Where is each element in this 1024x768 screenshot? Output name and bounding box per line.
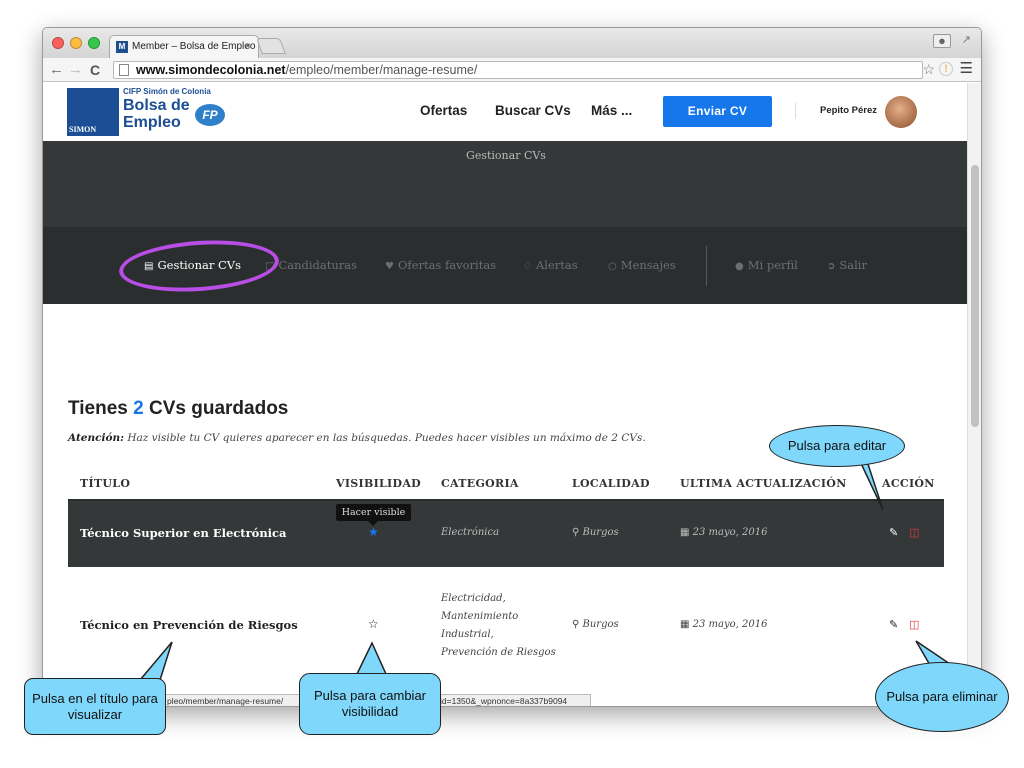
browser-menu-icon[interactable]: ☰ xyxy=(960,59,973,77)
dash-mensajes[interactable]: ○ Mensajes xyxy=(608,227,676,304)
col-header-ultima-actualizacion: ULTIMA ACTUALIZACIÓN xyxy=(680,477,847,490)
cv-updated: ▦ 23 mayo, 2016 xyxy=(680,527,768,538)
dash-salir[interactable]: ➲ Salir xyxy=(827,227,867,304)
visibility-tooltip: Hacer visible xyxy=(336,504,411,521)
window-close-button[interactable] xyxy=(52,37,64,49)
nav-ofertas[interactable]: Ofertas xyxy=(420,83,467,141)
url-path: /empleo/member/manage-resume/ xyxy=(285,63,478,77)
cv-title-link[interactable]: Técnico en Prevención de Riesgos xyxy=(80,618,298,632)
section-title: Tienes 2 CVs guardados xyxy=(68,398,289,419)
site-header: SIMON CIFP Simón de Colonia Bolsa de Emp… xyxy=(43,83,969,141)
dash-candidaturas[interactable]: □ Candidaturas xyxy=(265,227,357,304)
site-favicon-icon: M xyxy=(116,41,128,53)
user-separator xyxy=(795,103,796,119)
col-header-titulo: TÍTULO xyxy=(80,477,131,490)
back-arrow-icon[interactable]: ← xyxy=(49,60,64,80)
callout-eliminar: Pulsa para eliminar xyxy=(875,662,1009,732)
browser-toolbar: ← → C www.simondecolonia.net/empleo/memb… xyxy=(43,58,981,82)
profile-icon[interactable]: ☻ xyxy=(933,34,951,48)
logo-title: Bolsa de Empleo xyxy=(123,97,190,131)
page-title: Gestionar CVs xyxy=(466,149,546,162)
extension-icon[interactable]: ! xyxy=(939,62,953,76)
fp-logo-badge: FP xyxy=(195,104,225,126)
page-banner: Gestionar CVs xyxy=(43,141,969,227)
dash-mi-perfil[interactable]: ● Mi perfil xyxy=(735,227,798,304)
browser-window: M Member – Bolsa de Empleo × ☻ ↗ ← → C w… xyxy=(42,27,982,707)
dash-alertas[interactable]: ♢ Alertas xyxy=(523,227,578,304)
trash-icon[interactable]: ◫ xyxy=(909,526,919,539)
tab-close-icon[interactable]: × xyxy=(245,36,251,58)
col-header-categoria: CATEGORIA xyxy=(441,477,519,490)
trash-icon[interactable]: ◫ xyxy=(909,618,919,631)
site-logo[interactable]: SIMON CIFP Simón de Colonia Bolsa de Emp… xyxy=(67,86,237,138)
map-marker-icon: ⚲ xyxy=(572,527,580,538)
fullscreen-icon[interactable]: ↗ xyxy=(962,33,971,46)
col-header-visibilidad: VISIBILIDAD xyxy=(336,477,422,490)
tab-bar: M Member – Bolsa de Empleo × ☻ ↗ xyxy=(43,28,981,58)
cv-category: Electricidad, Mantenimiento Industrial, … xyxy=(441,593,556,658)
avatar[interactable] xyxy=(885,96,917,128)
cv-location: ⚲ Burgos xyxy=(572,527,619,538)
dash-divider xyxy=(706,246,707,286)
reload-icon[interactable]: C xyxy=(90,60,100,80)
nav-buscar-cvs[interactable]: Buscar CVs xyxy=(495,83,571,141)
logo-subtitle: CIFP Simón de Colonia xyxy=(123,87,211,96)
callout-editar: Pulsa para editar xyxy=(769,425,905,467)
enviar-cv-button[interactable]: Enviar CV xyxy=(663,96,772,127)
scrollbar[interactable] xyxy=(967,83,981,706)
sign-out-icon: ➲ xyxy=(827,261,836,272)
page-icon xyxy=(119,64,129,76)
logo-mark: SIMON xyxy=(67,88,119,136)
status-bar-left: pleo/member/manage-resume/ xyxy=(163,694,303,706)
dash-ofertas-favoritas[interactable]: ♥ Ofertas favoritas xyxy=(385,227,496,304)
star-icon[interactable]: ★ xyxy=(368,525,379,539)
pencil-icon[interactable]: ✎ xyxy=(889,526,898,539)
page-viewport: SIMON CIFP Simón de Colonia Bolsa de Emp… xyxy=(43,83,969,706)
new-tab-button[interactable] xyxy=(256,38,286,54)
address-bar[interactable]: www.simondecolonia.net/empleo/member/man… xyxy=(113,61,923,79)
forward-arrow-icon[interactable]: → xyxy=(68,60,83,80)
col-header-accion: ACCIÓN xyxy=(882,477,935,490)
nav-mas[interactable]: Más ... xyxy=(591,83,632,141)
callout-visibilidad: Pulsa para cambiar visibilidad xyxy=(299,673,441,735)
cv-category: Electrónica xyxy=(441,527,500,538)
scrollbar-thumb[interactable] xyxy=(971,165,979,427)
user-icon: ● xyxy=(735,261,744,272)
callout-titulo: Pulsa en el título para visualizar xyxy=(24,678,166,735)
cv-location: ⚲ Burgos xyxy=(572,619,619,630)
tooltip-arrow xyxy=(368,521,378,526)
status-bar-right: id=1350&_wpnonce=8a337b9094 xyxy=(436,694,591,706)
browser-tab[interactable]: M Member – Bolsa de Empleo × xyxy=(109,35,259,58)
calendar-icon: ▦ xyxy=(680,527,690,538)
cv-updated: ▦ 23 mayo, 2016 xyxy=(680,619,768,630)
notice-text: Atención: Haz visible tu CV quieres apar… xyxy=(68,432,646,444)
col-header-localidad: LOCALIDAD xyxy=(572,477,650,490)
bookmark-star-icon[interactable]: ☆ xyxy=(922,61,935,78)
star-icon[interactable]: ☆ xyxy=(368,617,379,631)
pencil-icon[interactable]: ✎ xyxy=(889,618,898,631)
tab-title: Member – Bolsa de Empleo xyxy=(132,41,256,52)
window-minimize-button[interactable] xyxy=(70,37,82,49)
cv-title-link[interactable]: Técnico Superior en Electrónica xyxy=(80,526,287,540)
heart-icon: ♥ xyxy=(385,261,394,272)
calendar-icon: ▦ xyxy=(680,619,690,630)
cv-count: 2 xyxy=(133,398,144,419)
url-host: www.simondecolonia.net xyxy=(136,63,286,77)
chat-icon: ○ xyxy=(608,261,617,272)
window-maximize-button[interactable] xyxy=(88,37,100,49)
bell-icon: ♢ xyxy=(523,261,532,272)
user-name[interactable]: Pepito Pérez xyxy=(820,105,877,116)
map-marker-icon: ⚲ xyxy=(572,619,580,630)
